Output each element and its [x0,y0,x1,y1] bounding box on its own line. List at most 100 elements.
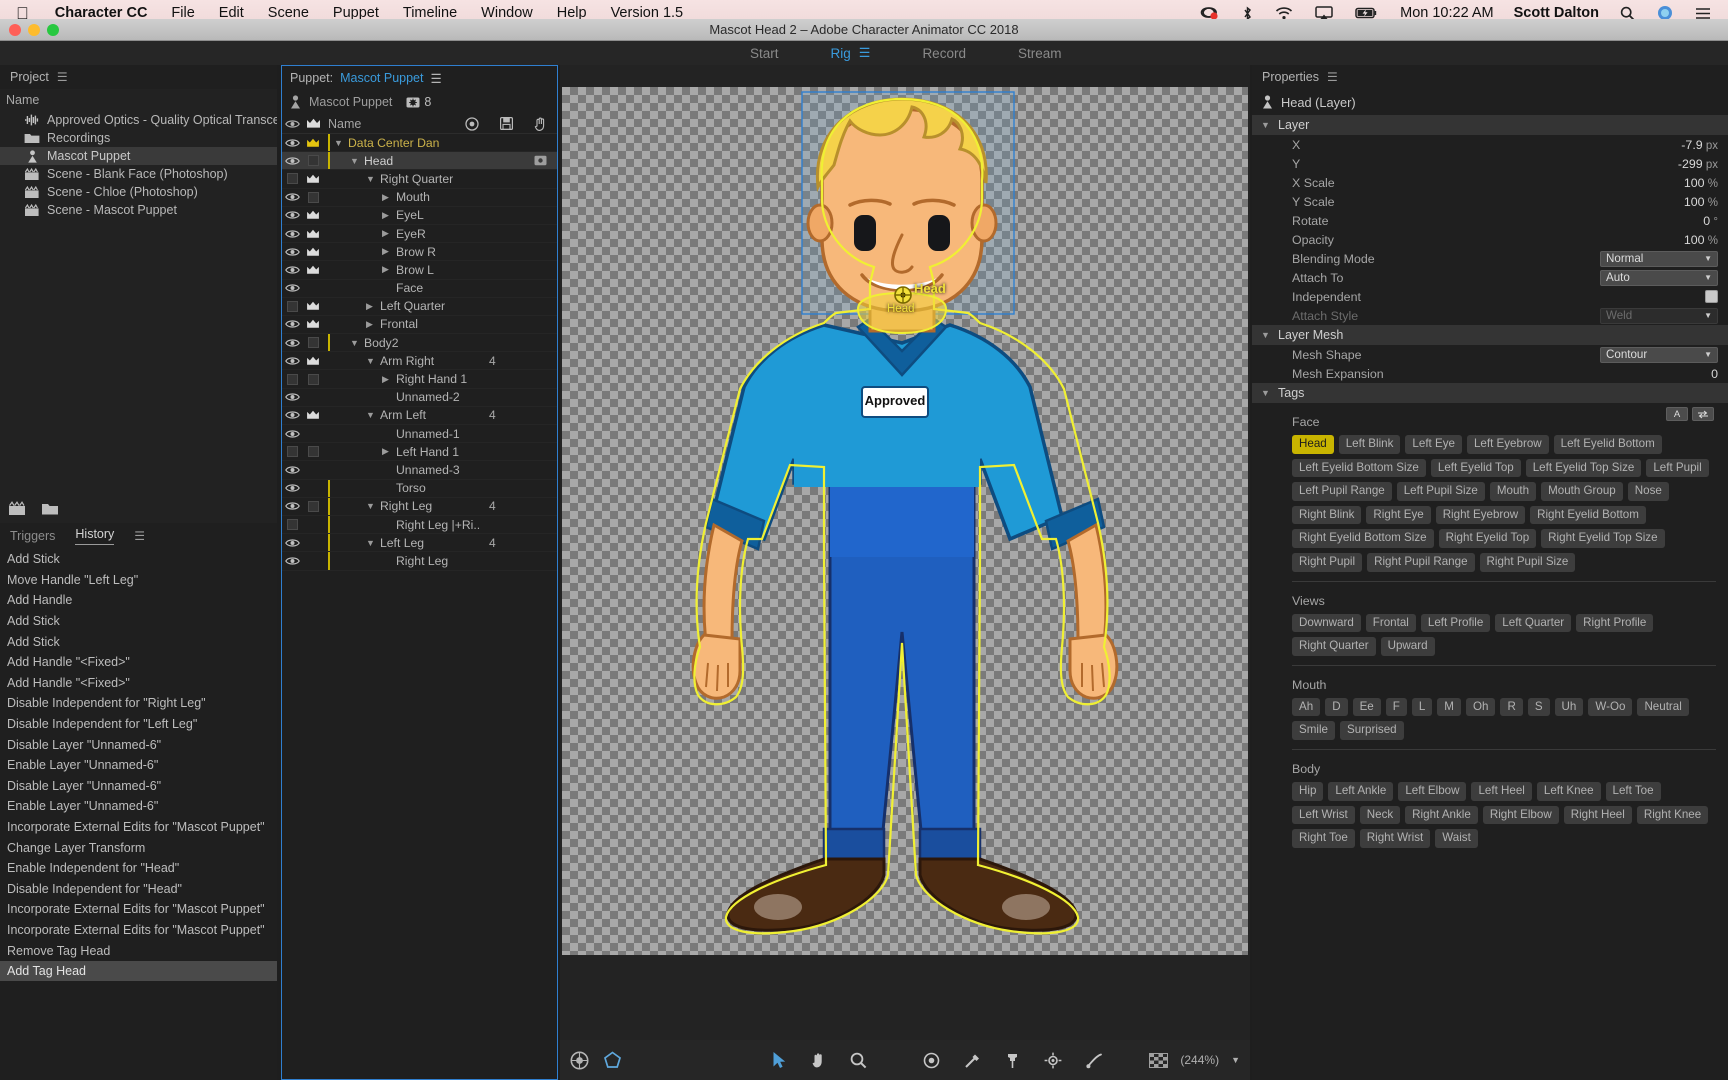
layer-row[interactable]: ▶ Brow L [282,261,557,280]
hamburger-icon[interactable]: ☰ [134,529,145,543]
tag-chip[interactable]: Right Elbow [1482,805,1559,825]
eye-visible-icon[interactable] [282,392,302,402]
tag-chip[interactable]: M [1437,697,1461,717]
tag-chip[interactable]: Right Eyelid Bottom [1530,505,1646,525]
property-value-number[interactable]: 100 % [1684,195,1728,209]
tag-chip-active[interactable]: Head [1292,435,1334,454]
tag-chip[interactable]: F [1385,697,1407,717]
tab-history[interactable]: History [75,527,115,545]
tag-chip[interactable]: Surprised [1340,721,1404,740]
history-entry[interactable]: Disable Layer "Unnamed-6" [0,776,277,797]
tag-chip[interactable]: S [1527,697,1550,717]
tag-chip[interactable]: Left Heel [1471,781,1532,801]
tag-chip[interactable]: Left Pupil Range [1292,482,1392,501]
zoom-tool-icon[interactable] [850,1052,867,1069]
ab-swap-icon[interactable] [1692,407,1714,421]
project-item[interactable]: Scene - Chloe (Photoshop) [0,183,277,201]
eye-visible-icon[interactable] [282,501,302,511]
chevron-down-icon[interactable]: ▼ [366,356,376,366]
history-entry[interactable]: Incorporate External Edits for "Mascot P… [0,920,277,941]
eye-visible-icon[interactable] [282,356,302,366]
eye-visible-icon[interactable] [282,156,302,166]
layer-row[interactable]: ▼ Body2 [282,334,557,353]
tag-chip[interactable]: Right Blink [1292,505,1362,525]
section-layer-mesh[interactable]: ▼ Layer Mesh [1252,325,1728,345]
layer-row[interactable]: ▼ Right Leg 4 [282,497,557,516]
tag-chip[interactable]: Left Knee [1536,781,1601,801]
eye-hidden-icon[interactable] [282,446,302,458]
chevron-right-icon[interactable]: ▶ [366,319,376,330]
eye-visible-icon[interactable] [282,338,302,348]
property-value-number[interactable]: 100 % [1684,176,1728,190]
airplay-icon[interactable] [1304,6,1344,20]
color-swatch-icon[interactable] [570,1051,589,1070]
draggable-tool-icon[interactable] [1086,1052,1104,1069]
eye-hidden-icon[interactable] [282,173,302,185]
eye-visible-icon[interactable] [282,538,302,548]
history-entry[interactable]: Incorporate External Edits for "Mascot P… [0,899,277,920]
layer-tag-indicator[interactable] [523,155,557,166]
property-dropdown[interactable]: Normal ▼ [1600,250,1718,267]
history-entry[interactable]: Remove Tag Head [0,940,277,961]
crown-icon[interactable] [302,319,324,329]
tab-record[interactable]: Record [896,46,992,61]
tag-chip[interactable]: Right Toe [1292,829,1355,848]
minimize-window-button[interactable] [28,24,40,36]
chevron-right-icon[interactable]: ▶ [382,374,392,385]
crown-toggle-box[interactable] [302,155,324,167]
tag-chip[interactable]: Right Eye [1366,505,1431,525]
property-dropdown[interactable]: Auto ▼ [1600,269,1718,286]
canvas-stage[interactable]: Approved Head Head [562,87,1248,955]
layer-row[interactable]: Unnamed-3 [282,461,557,480]
tag-chip[interactable]: Upward [1380,637,1435,656]
new-folder-icon[interactable] [41,501,60,517]
tag-chip[interactable]: Right Pupil Size [1479,552,1576,572]
tab-triggers[interactable]: Triggers [10,529,55,543]
tab-start[interactable]: Start [724,46,805,61]
crown-toggle-box[interactable] [302,191,324,203]
crown-icon[interactable] [302,210,324,220]
project-item[interactable]: Approved Optics - Quality Optical Transc… [0,111,277,129]
chevron-right-icon[interactable]: ▶ [382,192,392,203]
history-entry[interactable]: Add Handle [0,590,277,611]
property-value-number[interactable]: 0 [1711,367,1728,381]
tag-chip[interactable]: Left Quarter [1495,613,1572,633]
layer-row[interactable]: ▶ EyeL [282,207,557,225]
eye-visible-icon[interactable] [282,210,302,220]
tag-chip[interactable]: Right Pupil [1292,552,1363,572]
tag-chip[interactable]: Left Eyelid Bottom Size [1292,458,1426,478]
chevron-right-icon[interactable]: ▶ [382,228,392,239]
layer-row[interactable]: ▼ Data Center Dan [282,134,557,153]
tag-chip[interactable]: Ee [1352,697,1381,717]
tag-chip[interactable]: Left Toe [1605,781,1661,801]
chevron-right-icon[interactable]: ▶ [382,210,392,221]
layer-row[interactable]: ▶ Mouth [282,189,557,207]
control-center-icon[interactable] [1684,7,1722,20]
tag-chip[interactable]: Oh [1465,697,1496,717]
eye-visible-icon[interactable] [282,556,302,566]
layer-row[interactable]: ▼ Arm Left 4 [282,407,557,425]
tag-chip[interactable]: Mouth Group [1541,482,1623,501]
crown-icon[interactable] [302,356,324,366]
layer-row[interactable]: Right Leg [282,552,557,571]
project-item[interactable]: Scene - Mascot Puppet [0,201,277,219]
hand-icon[interactable] [523,117,557,131]
property-value-number[interactable]: 100 % [1684,233,1728,247]
project-item[interactable]: Scene - Blank Face (Photoshop) [0,165,277,183]
layer-row[interactable]: ▶ Right Hand 1 [282,370,557,389]
tag-chip[interactable]: R [1500,697,1523,717]
zoom-dropdown-icon[interactable]: ▼ [1231,1055,1240,1065]
tag-chip[interactable]: Hip [1292,781,1324,801]
eye-hidden-icon[interactable] [282,373,302,385]
canvas-zoom-level[interactable]: (244%) [1180,1053,1219,1067]
transparency-grid-icon[interactable] [1149,1052,1169,1068]
layer-row[interactable]: ▶ EyeR [282,225,557,244]
layer-row[interactable]: ▶ Left Hand 1 [282,443,557,462]
tag-chip[interactable]: Ah [1292,697,1321,717]
tag-chip[interactable]: Neck [1359,805,1401,825]
section-layer[interactable]: ▼ Layer [1252,115,1728,135]
history-entry[interactable]: Disable Layer "Unnamed-6" [0,734,277,755]
crown-icon[interactable] [302,410,324,420]
tag-chip[interactable]: Left Pupil Size [1396,482,1485,501]
crown-toggle-box[interactable] [302,337,324,349]
